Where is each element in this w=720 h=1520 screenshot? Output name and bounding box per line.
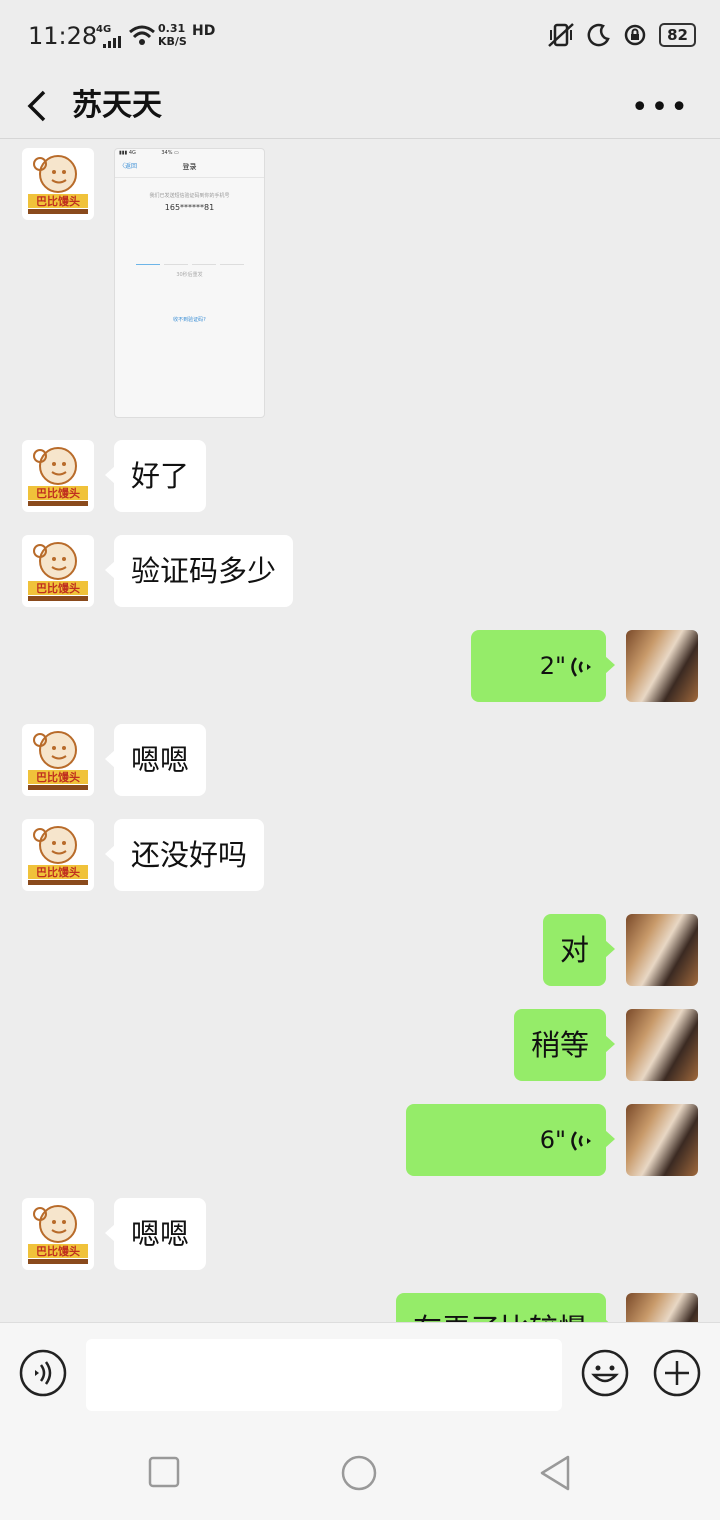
chat-input-bar	[0, 1322, 720, 1425]
voice-wave-icon	[571, 657, 591, 677]
recent-apps-icon[interactable]	[148, 1456, 180, 1488]
message-bubble-sent[interactable]: 在弄了比较慢	[396, 1293, 615, 1322]
svg-text:巴比馒头: 巴比馒头	[36, 770, 80, 784]
network-speed: 0.31 KB/S	[158, 22, 187, 48]
more-options-icon[interactable]: •••	[631, 90, 690, 125]
screenshot-phone: 165******81	[164, 203, 215, 212]
voice-input-icon[interactable]	[19, 1349, 67, 1397]
svg-text:巴比馒头: 巴比馒头	[36, 581, 80, 595]
contact-avatar[interactable]: 巴比馒头	[22, 724, 94, 796]
message-bubble-sent[interactable]: 稍等	[513, 1009, 616, 1081]
vibrate-icon	[548, 23, 574, 47]
system-back-icon[interactable]	[538, 1454, 574, 1492]
battery-level: 82	[659, 23, 696, 47]
status-time: 11:28	[28, 22, 98, 50]
babi-mantou-logo: 巴比馒头	[28, 731, 88, 790]
svg-text:巴比馒头: 巴比馒头	[36, 865, 80, 879]
voice-wave-icon	[571, 1131, 591, 1151]
screenshot-code-boxes	[115, 248, 264, 265]
babi-mantou-logo: 巴比馒头	[28, 447, 88, 506]
screenshot-resend: 30秒后重发	[176, 272, 203, 278]
contact-avatar[interactable]: 巴比馒头	[22, 819, 94, 891]
svg-text:巴比馒头: 巴比馒头	[36, 1244, 80, 1258]
message-list[interactable]: 巴比馒头 ▮▮▮ 4G 34% ▭ 〈返回 登录 我们已发送短信验证码到你的手机…	[0, 139, 720, 1322]
voice-message-sent[interactable]: 2"	[471, 630, 615, 702]
my-avatar[interactable]	[626, 914, 698, 986]
message-bubble-sent[interactable]: 对	[542, 914, 616, 986]
emoji-icon[interactable]	[581, 1349, 629, 1397]
moon-icon	[587, 23, 610, 47]
my-avatar[interactable]	[626, 1104, 698, 1176]
my-avatar[interactable]	[626, 1293, 698, 1322]
voice-duration: 6"	[539, 1126, 566, 1154]
contact-avatar[interactable]: 巴比馒头	[22, 148, 94, 220]
hd-badge: HD	[192, 23, 216, 39]
wifi-icon	[129, 25, 155, 45]
screenshot-subtitle: 我们已发送短信验证码到你的手机号	[149, 193, 230, 199]
screenshot-link: 收不到验证码?	[173, 317, 206, 323]
babi-mantou-logo: 巴比馒头	[28, 1205, 88, 1264]
system-navigation-bar	[0, 1424, 720, 1520]
contact-avatar[interactable]: 巴比馒头	[22, 440, 94, 512]
screenshot-back: 〈返回	[119, 163, 138, 170]
network-type: 4G	[96, 24, 112, 35]
my-avatar[interactable]	[626, 630, 698, 702]
contact-avatar[interactable]: 巴比馒头	[22, 1198, 94, 1270]
svg-text:巴比馒头: 巴比馒头	[36, 194, 80, 208]
home-icon[interactable]	[340, 1454, 378, 1492]
chat-header: 苏天天 •••	[0, 72, 720, 139]
babi-mantou-logo: 巴比馒头	[28, 155, 88, 214]
chat-title: 苏天天	[72, 88, 162, 123]
voice-duration: 2"	[539, 652, 566, 680]
babi-mantou-logo: 巴比馒头	[28, 542, 88, 601]
message-bubble-received[interactable]: 嗯嗯	[104, 1198, 207, 1270]
svg-text:巴比馒头: 巴比馒头	[36, 486, 80, 500]
signal-icon	[103, 36, 121, 48]
my-avatar[interactable]	[626, 1009, 698, 1081]
rotation-lock-icon	[624, 24, 646, 46]
voice-message-sent[interactable]: 6"	[406, 1104, 615, 1176]
back-arrow-icon[interactable]	[22, 82, 62, 128]
babi-mantou-logo: 巴比馒头	[28, 826, 88, 885]
message-bubble-received[interactable]: 还没好吗	[104, 819, 265, 891]
message-bubble-received[interactable]: 验证码多少	[104, 535, 294, 607]
screenshot-title: 登录	[182, 163, 197, 171]
status-bar: 11:28 4G 0.31 KB/S HD 82	[0, 0, 720, 72]
screenshot-image[interactable]: ▮▮▮ 4G 34% ▭ 〈返回 登录 我们已发送短信验证码到你的手机号 165…	[114, 148, 265, 418]
message-bubble-received[interactable]: 嗯嗯	[104, 724, 207, 796]
add-attachment-icon[interactable]	[653, 1349, 701, 1397]
message-input[interactable]	[86, 1339, 562, 1411]
contact-avatar[interactable]: 巴比馒头	[22, 535, 94, 607]
message-bubble-received[interactable]: 好了	[104, 440, 207, 512]
